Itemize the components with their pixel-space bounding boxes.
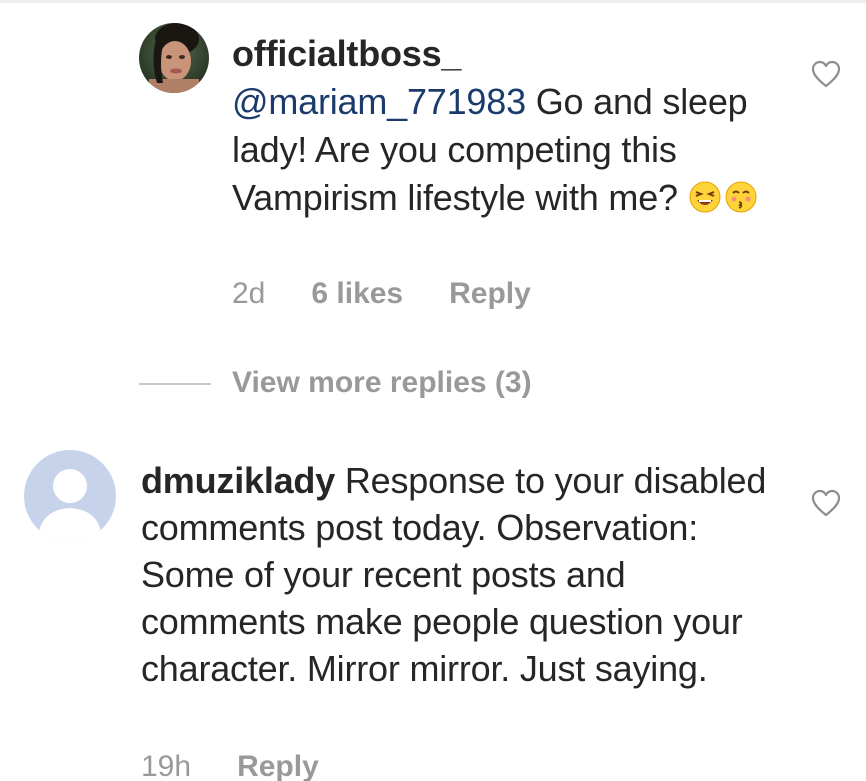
comments-thread: officialtboss_ @mariam_771983 Go and sle… <box>0 0 866 781</box>
heart-icon[interactable] <box>811 489 841 517</box>
reply-button[interactable]: Reply <box>449 277 531 310</box>
divider <box>0 0 866 3</box>
reply-mention-link[interactable]: @mariam_771983 <box>232 81 526 122</box>
reply-likes-count[interactable]: 6 likes <box>311 277 403 310</box>
profile-photo <box>139 23 209 93</box>
reply-button[interactable]: Reply <box>237 750 319 781</box>
comment-body: dmuziklady Response to your disabled com… <box>141 457 791 692</box>
comment-meta: 19h Reply <box>141 750 365 781</box>
comment-timestamp: 19h <box>141 750 192 781</box>
reply-username[interactable]: officialtboss_ <box>232 33 461 74</box>
replies-divider-line <box>139 383 211 385</box>
reply-comment-body: officialtboss_ @mariam_771983 Go and sle… <box>232 30 792 222</box>
default-avatar-icon <box>24 450 116 542</box>
kissing-face-emoji <box>724 178 758 213</box>
avatar[interactable] <box>139 23 209 93</box>
reply-meta: 2d 6 likes Reply <box>232 277 577 311</box>
heart-icon[interactable] <box>811 60 841 88</box>
reply-timestamp: 2d <box>232 277 266 310</box>
view-more-replies-button[interactable]: View more replies (3) <box>232 366 532 400</box>
comment-username[interactable]: dmuziklady <box>141 460 335 501</box>
avatar[interactable] <box>24 450 116 542</box>
grinning-squint-emoji <box>688 178 722 213</box>
